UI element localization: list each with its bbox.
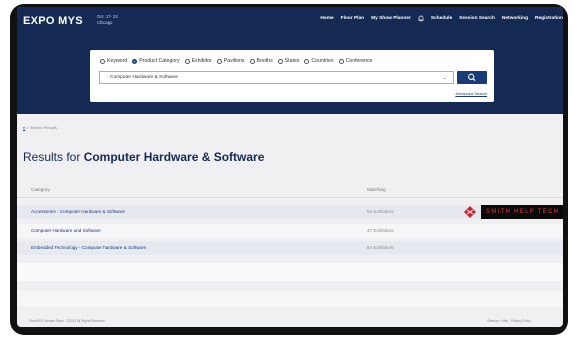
browser-screen: EXPO MYS Oct. 17- 23 Chicago Home Floor … <box>17 7 563 327</box>
radio-keyword[interactable]: Keyword <box>100 58 127 64</box>
search-icon <box>468 73 476 82</box>
row-matching: 47 Exhibitors <box>367 228 394 233</box>
nav-home[interactable]: Home <box>320 16 333 21</box>
radio-pavilions[interactable]: Pavilions <box>216 58 245 64</box>
advanced-search-link[interactable]: Advanced Search <box>455 91 487 96</box>
site-logo[interactable]: EXPO MYS <box>23 15 83 27</box>
search-button[interactable] <box>457 71 487 84</box>
radio-booths[interactable]: Booths <box>249 58 273 64</box>
nav-my-show-planner[interactable]: My Show Planner <box>371 16 411 21</box>
row-matching: 54 Exhibitors <box>367 245 394 250</box>
sponsor-banner[interactable]: SMITH HELP TECH <box>462 205 563 219</box>
radio-countries[interactable]: Countries <box>304 58 334 64</box>
nav-registration[interactable]: Registration <box>535 16 563 21</box>
nav-floor-plan[interactable]: Floor Plan <box>341 16 364 21</box>
sponsor-logo-icon <box>464 206 476 218</box>
footer-sitemap[interactable]: Sitemap <box>487 319 499 323</box>
event-city: Chicago <box>97 19 113 25</box>
nav-schedule[interactable]: Schedule <box>431 16 452 21</box>
table-row[interactable]: Computer Hardware and Software 47 Exhibi… <box>17 224 563 238</box>
breadcrumb-home[interactable]: e <box>23 125 25 130</box>
bell-icon[interactable] <box>418 15 424 22</box>
chevron-down-icon: ⌄ <box>442 75 447 81</box>
sponsor-name: SMITH HELP TECH <box>481 205 563 219</box>
radio-states[interactable]: States <box>277 58 299 64</box>
footer: ExpoMYS Sample Show - ©2023 All Rights R… <box>29 319 531 323</box>
nav-session-search[interactable]: Session Search <box>459 16 495 21</box>
row-category-link[interactable]: Embedded Technology - Computer hardware … <box>31 241 146 255</box>
footer-copyright: ExpoMYS Sample Show - ©2023 All Rights R… <box>29 319 105 323</box>
header-bar: EXPO MYS Oct. 17- 23 Chicago Home Floor … <box>17 7 563 114</box>
row-matching: 52 Exhibitors <box>367 209 394 214</box>
main-nav: Home Floor Plan My Show Planner Schedule… <box>320 15 563 22</box>
radio-exhibitor[interactable]: Exhibitor <box>184 58 212 64</box>
event-dates: Oct. 17- 23 <box>97 14 118 19</box>
breadcrumb: e > Search Results <box>23 125 57 130</box>
search-type-options: Keyword Product Category Exhibitor Pavil… <box>100 58 372 64</box>
page-title: Results for Computer Hardware & Software <box>23 150 265 164</box>
table-row[interactable]: Embedded Technology - Computer hardware … <box>17 241 563 255</box>
row-category-link[interactable]: Computer Hardware and Software <box>31 224 101 238</box>
col-category: Category <box>31 187 50 192</box>
col-matching: Matching <box>367 187 386 192</box>
footer-help[interactable]: Help <box>502 319 509 323</box>
row-category-link[interactable]: Accessories - Computer Hardware & Softwa… <box>31 205 125 219</box>
footer-privacy[interactable]: Privacy Policy <box>511 319 531 323</box>
empty-row <box>17 263 563 281</box>
event-info: Oct. 17- 23 Chicago <box>97 14 118 25</box>
radio-conference[interactable]: Conference <box>338 58 372 64</box>
radio-product-category[interactable]: Product Category <box>132 58 180 64</box>
nav-networking[interactable]: Networking <box>502 16 528 21</box>
results-table-header: Category Matching <box>17 187 563 197</box>
category-select[interactable]: Computer Hardware & Software ⌄ <box>99 71 454 84</box>
empty-row <box>17 291 563 307</box>
breadcrumb-current: Search Results <box>29 125 57 130</box>
search-panel: Keyword Product Category Exhibitor Pavil… <box>90 50 494 102</box>
